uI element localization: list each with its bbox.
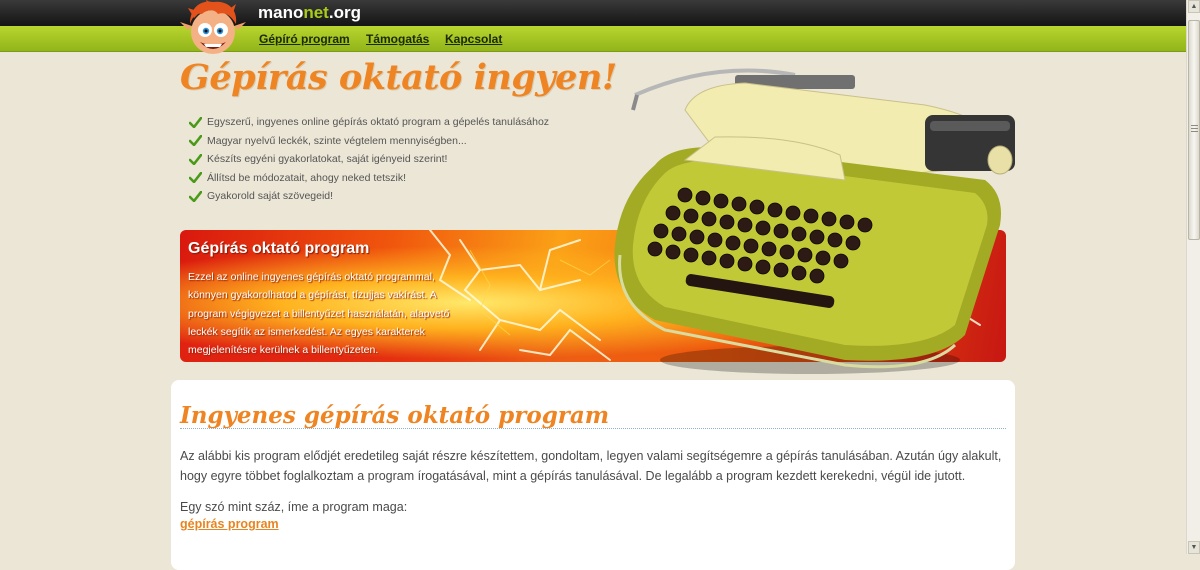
intro-paragraph: Az alábbi kis program elődjét eredetileg… [180, 449, 1002, 483]
feature-item: Készíts egyéni gyakorlatokat, saját igén… [189, 150, 549, 169]
main-navigation: Gépíró program Támogatás Kapcsolat [0, 26, 1186, 52]
grip-line [1191, 131, 1198, 132]
green-checkmark-icon [189, 135, 202, 147]
heading-divider [180, 428, 1006, 429]
scroll-up-arrow-icon[interactable]: ▲ [1188, 0, 1200, 13]
elf-mascot-logo[interactable] [180, 0, 246, 60]
site-name[interactable]: manonet.org [258, 3, 361, 23]
top-header-bar: manonet.org [0, 0, 1186, 26]
banner-description: Ezzel az online ingyenes gépírás oktató … [188, 271, 450, 357]
feature-item: Egyszerű, ingyenes online gépírás oktató… [189, 113, 549, 132]
scrollbar-thumb[interactable] [1188, 20, 1200, 240]
feature-text: Állítsd be módozatait, ahogy neked tetsz… [207, 171, 407, 184]
feature-text: Magyar nyelvű leckék, szinte végtelem me… [207, 134, 467, 147]
site-name-tld: .org [328, 3, 361, 22]
main-content-panel: Ingyenes gépírás oktató program Az alább… [171, 380, 1015, 570]
scroll-down-arrow-icon[interactable]: ▼ [1188, 541, 1200, 554]
nav-link-gepiro-program[interactable]: Gépíró program [259, 32, 350, 46]
green-checkmark-icon [189, 153, 202, 165]
feature-text: Készíts egyéni gyakorlatokat, saját igén… [207, 153, 448, 166]
site-name-accent: net [303, 3, 329, 22]
nav-link-tamogatas[interactable]: Támogatás [366, 32, 429, 46]
main-heading: Ingyenes gépírás oktató program [180, 402, 610, 429]
feature-text: Gyakorold saját szövegeid! [207, 190, 334, 203]
green-checkmark-icon [189, 172, 202, 184]
vertical-scrollbar[interactable]: ▲ ▼ [1186, 0, 1200, 554]
hero-title: Gépírás oktató ingyen! [180, 57, 617, 98]
feature-item: Gyakorold saját szövegeid! [189, 187, 549, 206]
feature-item: Állítsd be módozatait, ahogy neked tetsz… [189, 169, 549, 188]
green-checkmark-icon [189, 116, 202, 128]
nav-link-kapcsolat[interactable]: Kapcsolat [445, 32, 502, 46]
grip-line [1191, 128, 1198, 129]
program-link[interactable]: gépírás program [180, 517, 279, 531]
site-name-main: mano [258, 3, 304, 22]
grip-line [1191, 125, 1198, 126]
feature-text: Egyszerű, ingyenes online gépírás oktató… [207, 116, 550, 129]
feature-item: Magyar nyelvű leckék, szinte végtelem me… [189, 132, 549, 151]
green-checkmark-icon [189, 190, 202, 202]
feature-list: Egyszerű, ingyenes online gépírás oktató… [189, 113, 549, 206]
banner-title: Gépírás oktató program [188, 240, 370, 257]
program-intro-text: Egy szó mint száz, íme a program maga: [180, 500, 408, 514]
typewriter-image [614, 68, 1015, 374]
